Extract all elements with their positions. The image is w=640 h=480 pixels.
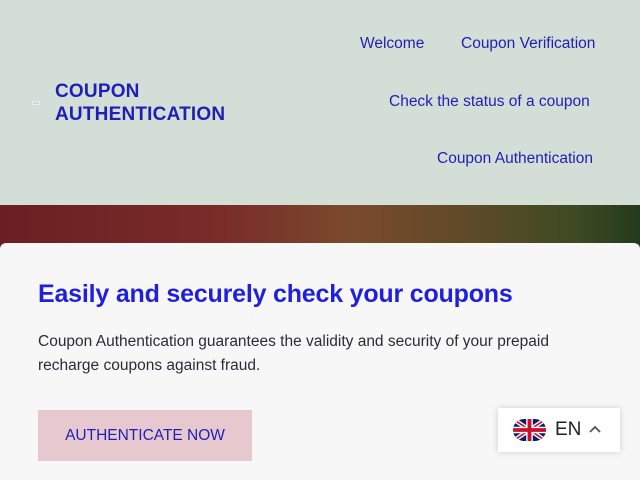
language-switcher[interactable]: EN	[498, 408, 620, 452]
logo-line-2: AUTHENTICATION	[55, 104, 226, 125]
language-code: EN	[555, 419, 582, 440]
hero-title: Easily and securely check your coupons	[38, 280, 513, 308]
site-logo[interactable]: COUPON AUTHENTICATION	[32, 80, 225, 126]
nav-check-status[interactable]: Check the status of a coupon	[389, 93, 590, 111]
chevron-up-icon	[589, 425, 601, 433]
nav-welcome[interactable]: Welcome	[360, 35, 424, 53]
uk-flag-icon	[513, 419, 546, 441]
nav-coupon-verification[interactable]: Coupon Verification	[461, 35, 595, 53]
nav-coupon-authentication[interactable]: Coupon Authentication	[437, 150, 593, 168]
logo-image	[32, 101, 40, 105]
authenticate-now-button[interactable]: AUTHENTICATE NOW	[38, 410, 252, 461]
site-header: COUPON AUTHENTICATION Welcome Coupon Ver…	[0, 0, 640, 205]
hero-description: Coupon Authentication guarantees the val…	[38, 333, 549, 374]
logo-text: COUPON AUTHENTICATION	[55, 80, 225, 126]
logo-line-1: COUPON	[55, 81, 140, 102]
